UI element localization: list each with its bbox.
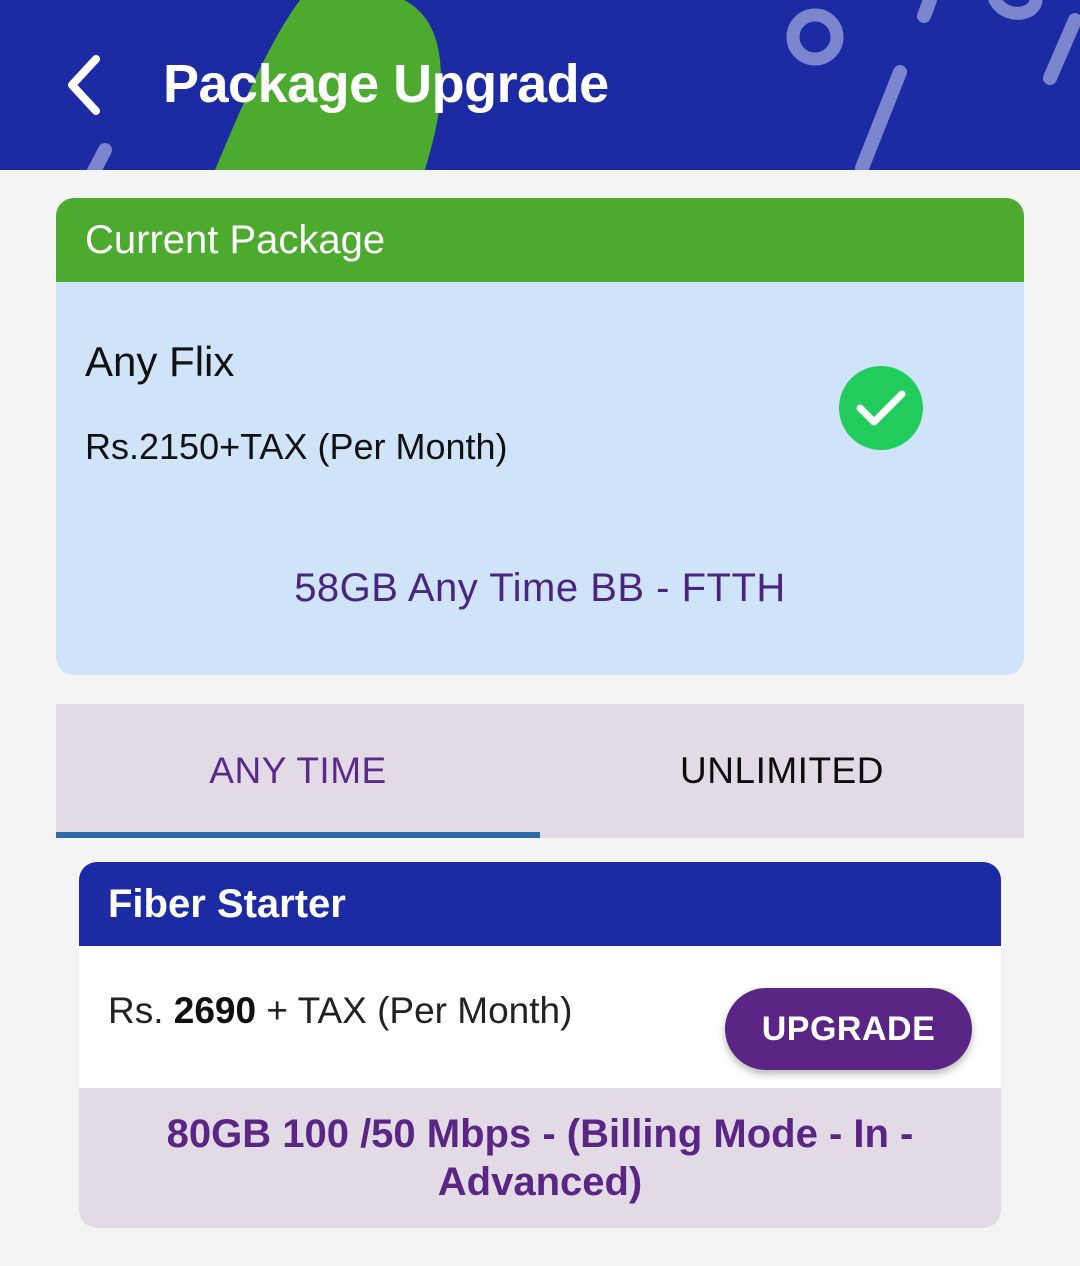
current-package-description: 58GB Any Time BB - FTTH bbox=[294, 566, 786, 610]
chevron-left-icon bbox=[68, 55, 100, 115]
active-tab-indicator bbox=[56, 832, 540, 838]
plan-price: Rs. 2690 + TAX (Per Month) bbox=[108, 990, 572, 1032]
current-package-name: Any Flix bbox=[85, 338, 235, 385]
app-header: Package Upgrade bbox=[0, 0, 1080, 170]
plan-description: 80GB 100 /50 Mbps - (Billing Mode - In -… bbox=[166, 1112, 914, 1204]
plan-header: Fiber Starter bbox=[79, 862, 1001, 946]
plan-body: Rs. 2690 + TAX (Per Month) UPGRADE bbox=[79, 946, 1001, 1088]
back-button[interactable] bbox=[52, 46, 116, 124]
plan-card: Fiber Starter Rs. 2690 + TAX (Per Month)… bbox=[79, 862, 1001, 1228]
tab-label: UNLIMITED bbox=[680, 750, 884, 791]
page-title: Package Upgrade bbox=[163, 54, 609, 114]
checkmark-icon bbox=[856, 390, 906, 426]
upgrade-button[interactable]: UPGRADE bbox=[725, 988, 972, 1070]
package-tabs: ANY TIME UNLIMITED bbox=[56, 704, 1024, 838]
plan-name: Fiber Starter bbox=[108, 881, 346, 926]
current-package-heading: Current Package bbox=[85, 217, 386, 262]
plan-price-prefix: Rs. bbox=[108, 990, 164, 1031]
current-package-price: Rs.2150+TAX (Per Month) bbox=[85, 426, 508, 467]
current-package-card: Current Package Any Flix Rs.2150+TAX (Pe… bbox=[56, 198, 1024, 675]
tab-label: ANY TIME bbox=[209, 750, 387, 791]
current-package-header: Current Package bbox=[56, 198, 1024, 282]
plan-footer: 80GB 100 /50 Mbps - (Billing Mode - In -… bbox=[79, 1088, 1001, 1228]
plan-price-suffix: + TAX (Per Month) bbox=[266, 990, 573, 1031]
tab-unlimited[interactable]: UNLIMITED bbox=[540, 704, 1024, 838]
tab-any-time[interactable]: ANY TIME bbox=[56, 704, 540, 838]
check-circle-icon bbox=[839, 366, 923, 450]
plan-price-amount: 2690 bbox=[173, 990, 257, 1031]
